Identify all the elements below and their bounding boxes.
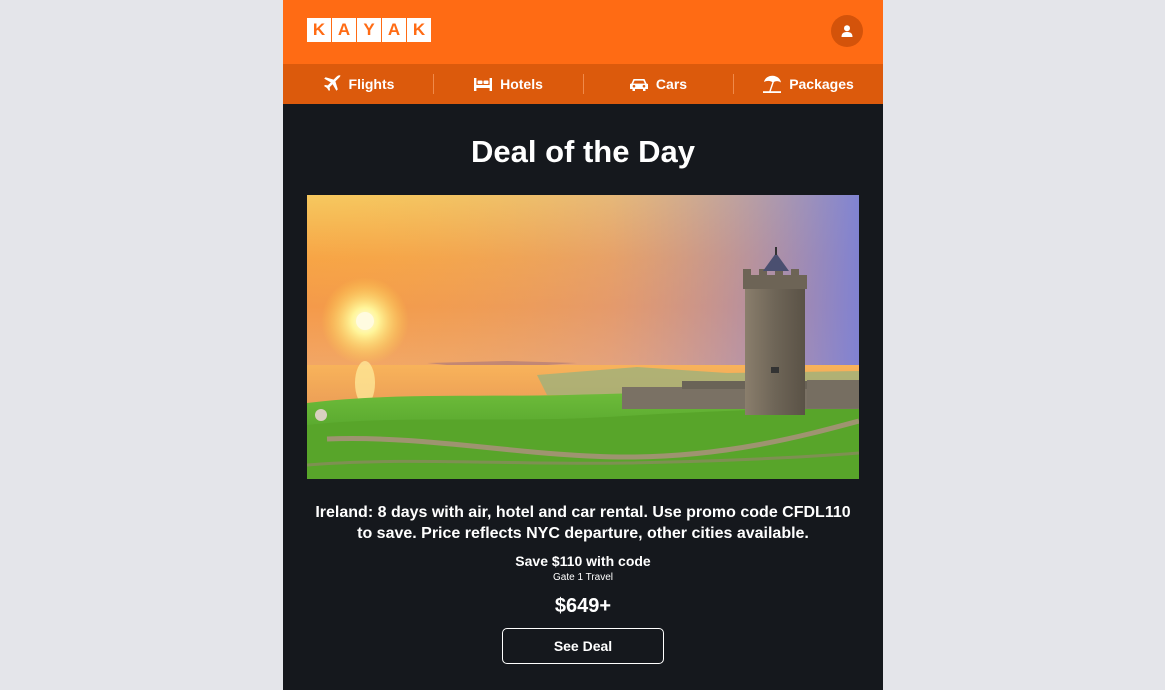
deal-headline: Deal of the Day bbox=[471, 134, 695, 169]
nav-item-flights[interactable]: Flights bbox=[283, 64, 433, 104]
plane-icon bbox=[323, 75, 341, 91]
nav-bar: Flights Hotels Cars Packages bbox=[283, 64, 883, 104]
nav-item-hotels[interactable]: Hotels bbox=[433, 64, 583, 104]
bed-icon bbox=[474, 78, 493, 91]
logo-letter: A bbox=[382, 18, 406, 42]
logo-letter: Y bbox=[357, 18, 381, 42]
deal-hero-image[interactable] bbox=[307, 195, 859, 479]
nav-item-cars[interactable]: Cars bbox=[583, 64, 733, 104]
deal-price: $649+ bbox=[554, 595, 612, 617]
logo-letter: K bbox=[407, 18, 431, 42]
logo-letter: A bbox=[332, 18, 356, 42]
beach-umbrella-icon bbox=[763, 75, 782, 93]
deal-description: Ireland: 8 days with air, hotel and car … bbox=[315, 504, 851, 542]
car-icon bbox=[629, 79, 648, 91]
account-button[interactable] bbox=[831, 15, 863, 47]
nav-label: Packages bbox=[789, 76, 854, 92]
nav-label: Flights bbox=[348, 76, 395, 92]
email-container: K A Y A K Flights Hotels Cars Packages D… bbox=[283, 0, 883, 690]
top-bar: K A Y A K bbox=[283, 0, 883, 64]
nav-item-packages[interactable]: Packages bbox=[733, 64, 883, 104]
user-icon bbox=[841, 25, 853, 37]
deal-savings: Save $110 with code bbox=[515, 553, 651, 569]
nav-label: Hotels bbox=[500, 76, 543, 92]
kayak-logo[interactable]: K A Y A K bbox=[307, 18, 431, 42]
logo-letter: K bbox=[307, 18, 331, 42]
see-deal-button[interactable]: See Deal bbox=[502, 628, 664, 664]
deal-provider: Gate 1 Travel bbox=[552, 572, 614, 583]
nav-label: Cars bbox=[655, 76, 688, 92]
ireland-castle-sunset-image bbox=[307, 195, 859, 479]
